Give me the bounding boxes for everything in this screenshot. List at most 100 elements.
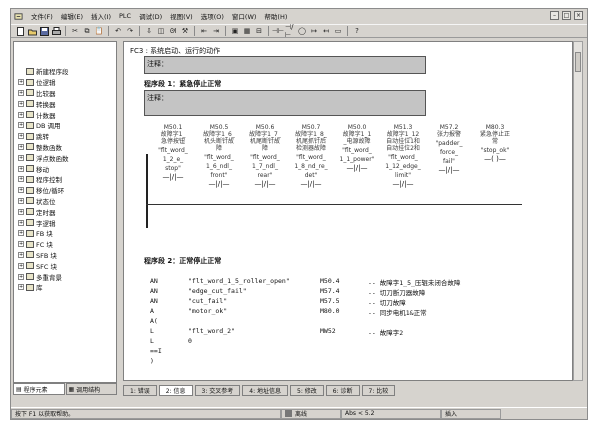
stl-line[interactable]: AN "cut_fail" M57.5 -- 切刀故障 xyxy=(150,297,460,307)
menu-debug[interactable]: 调试(D) xyxy=(139,11,162,21)
close-icon[interactable]: × xyxy=(574,11,583,20)
expand-icon[interactable]: + xyxy=(18,100,24,107)
menu-insert[interactable]: 插入(I) xyxy=(91,11,111,21)
tree-item[interactable]: + 程序控制 xyxy=(18,174,69,185)
ladder-contact[interactable]: M51.3 故障字1_12 自动挂位1和 自动挂位2和 "flt_word_ 1_12_e… xyxy=(378,124,428,188)
expand-icon[interactable]: + xyxy=(18,122,24,129)
expand-icon[interactable]: + xyxy=(18,197,24,204)
help-icon[interactable]: ? xyxy=(352,26,362,36)
tab-program-elements[interactable]: ▤ 程序元素 xyxy=(13,383,65,395)
branch-close-icon[interactable]: ↤ xyxy=(321,26,331,36)
tree-item[interactable]: + SFB 块 xyxy=(18,250,69,261)
block-comment-box[interactable]: 注释： xyxy=(144,56,426,74)
new-icon[interactable] xyxy=(15,26,25,36)
tree-item[interactable]: + 转换器 xyxy=(18,98,69,109)
expand-icon[interactable]: + xyxy=(18,284,24,291)
stl-line[interactable]: A( xyxy=(150,317,460,327)
vertical-scrollbar[interactable] xyxy=(573,41,583,381)
menu-window[interactable]: 窗口(W) xyxy=(232,11,257,21)
print-icon[interactable] xyxy=(51,26,61,36)
output-tab[interactable]: 4: 地址信息 xyxy=(242,385,288,396)
output-tab[interactable]: 6: 诊断 xyxy=(325,385,360,396)
expand-icon[interactable]: + xyxy=(18,262,24,269)
output-tab[interactable]: 2: 信息 xyxy=(158,385,193,396)
expand-icon[interactable]: + xyxy=(18,176,24,183)
menu-help[interactable]: 帮助(H) xyxy=(264,11,287,21)
copy-icon[interactable]: ⧉ xyxy=(82,26,92,36)
expand-icon[interactable]: + xyxy=(18,241,24,248)
tree-item[interactable]: + 移位/循环 xyxy=(18,185,69,196)
tree-item[interactable]: + 库 xyxy=(18,282,69,293)
menu-options[interactable]: 选项(O) xyxy=(201,11,224,21)
stl-line[interactable]: L "flt_word_2" MW52 -- 故障字2 xyxy=(150,327,460,337)
network-icon[interactable]: ⊟ xyxy=(254,26,264,36)
maximize-icon[interactable]: □ xyxy=(562,11,571,20)
output-tab[interactable]: 5: 修改 xyxy=(290,385,324,396)
tree-item[interactable]: 新建程序段 xyxy=(18,66,69,77)
output-tab[interactable]: 3: 交叉参考 xyxy=(194,385,241,396)
stl-line[interactable]: AN "edge_cut_fail" M57.4 -- 切刀断刀器故障 xyxy=(150,287,460,297)
tree-item[interactable]: + 浮点数函数 xyxy=(18,152,69,163)
tab-call-structure[interactable]: ▦ 调用结构 xyxy=(65,383,117,395)
menu-edit[interactable]: 编辑(E) xyxy=(61,11,83,21)
ladder-contact[interactable]: M50.5 故障字1_6_ 机头断针故障 "flt_word_ 1_6_ndl_ fron… xyxy=(194,124,244,188)
tree-item[interactable]: + 整数函数 xyxy=(18,142,69,153)
open-icon[interactable] xyxy=(27,26,37,36)
tree-item[interactable]: + 位逻辑 xyxy=(18,77,69,88)
stl-line[interactable]: AN "flt_word_1_5_roller_open" M50.4 -- 故障字1… xyxy=(150,277,460,287)
expand-icon[interactable]: + xyxy=(18,230,24,237)
network1-comment-box[interactable]: 注释： xyxy=(144,90,426,116)
arrow-left-icon[interactable]: ⇤ xyxy=(199,26,209,36)
tree-item[interactable]: + DB 调用 xyxy=(18,120,69,131)
tree-item[interactable]: + 定时器 xyxy=(18,206,69,217)
code-editor[interactable]: FC3 : 系统启动、运行的动作 注释： 程序段 1：紧急停止正常 注释： M5… xyxy=(123,41,573,381)
redo-icon[interactable]: ↷ xyxy=(125,26,135,36)
menu-plc[interactable]: PLC xyxy=(119,12,131,20)
tree-item[interactable]: + 移动 xyxy=(18,163,69,174)
tree-item[interactable]: + FC 块 xyxy=(18,239,69,250)
expand-icon[interactable]: + xyxy=(18,219,24,226)
glasses-icon[interactable]: ᘛ xyxy=(168,26,178,36)
expand-icon[interactable]: + xyxy=(18,154,24,161)
expand-icon[interactable]: + xyxy=(18,273,24,280)
expand-icon[interactable]: + xyxy=(18,251,24,258)
stl-line[interactable]: ) xyxy=(150,357,460,367)
ladder-contact[interactable]: M50.6 故障字1_7_ 机尾断针故障 "flt_word_ 1_7_ndl_ rear… xyxy=(240,124,290,188)
save-icon[interactable] xyxy=(39,26,49,36)
expand-icon[interactable]: + xyxy=(18,111,24,118)
expand-icon[interactable]: + xyxy=(18,89,24,96)
box-icon[interactable]: ▭ xyxy=(333,26,343,36)
app-icon[interactable] xyxy=(14,12,23,21)
stl-line[interactable]: ==I xyxy=(150,347,460,357)
stl-line[interactable]: L0 xyxy=(150,337,460,347)
tree-item[interactable]: + FB 块 xyxy=(18,228,69,239)
expand-icon[interactable]: + xyxy=(18,208,24,215)
paste-icon[interactable]: 📋 xyxy=(94,26,104,36)
expand-icon[interactable]: + xyxy=(18,187,24,194)
tree-item[interactable]: + 字逻辑 xyxy=(18,217,69,228)
output-tab[interactable]: 1: 错误 xyxy=(123,385,157,396)
overview-icon[interactable]: ▣ xyxy=(230,26,240,36)
monitor-icon[interactable]: ◫ xyxy=(156,26,166,36)
details-icon[interactable]: ▦ xyxy=(242,26,252,36)
ladder-contact[interactable]: M57.2 张力报警 "padder_ force_ fail" —|/|— xyxy=(424,124,474,174)
expand-icon[interactable]: + xyxy=(18,133,24,140)
ladder-contact[interactable]: M50.7 故障字1_8_ 机尾抓针后 检测器故障 "flt_word_ 1_8_nd_r… xyxy=(286,124,336,188)
tools-icon[interactable]: ⚒ xyxy=(180,26,190,36)
expand-icon[interactable]: + xyxy=(18,143,24,150)
scroll-thumb[interactable] xyxy=(575,52,581,72)
cut-icon[interactable]: ✂ xyxy=(70,26,80,36)
contact-nc-icon[interactable]: ⊣/⊢ xyxy=(285,23,295,39)
ladder-contact[interactable]: M50.0 故障字1_1 _电源故障 "flt_word_ 1_1_power" —|/|… xyxy=(332,124,382,172)
tree-item[interactable]: + 比较器 xyxy=(18,88,69,99)
minimize-icon[interactable]: – xyxy=(550,11,559,20)
arrow-right-icon[interactable]: ⇥ xyxy=(211,26,221,36)
branch-open-icon[interactable]: ↦ xyxy=(309,26,319,36)
tree-item[interactable]: + SFC 块 xyxy=(18,260,69,271)
expand-icon[interactable]: + xyxy=(18,79,24,86)
coil-icon[interactable]: ◯ xyxy=(297,26,307,36)
tree-item[interactable]: + 状态位 xyxy=(18,196,69,207)
undo-icon[interactable]: ↶ xyxy=(113,26,123,36)
download-icon[interactable]: ⇩ xyxy=(144,26,154,36)
menu-file[interactable]: 文件(F) xyxy=(31,11,53,21)
